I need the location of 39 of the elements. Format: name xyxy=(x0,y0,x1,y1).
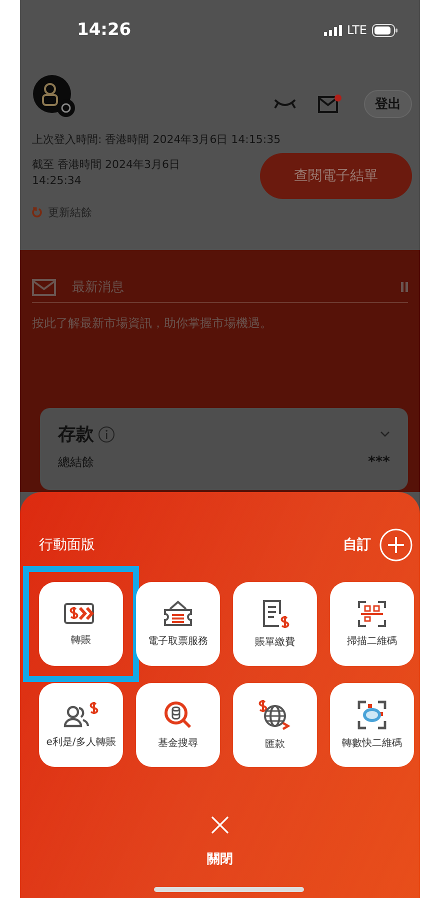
info-icon[interactable] xyxy=(98,426,115,442)
network-type: LTE xyxy=(347,23,367,37)
action-tile[interactable]: 轉賬 xyxy=(39,582,123,666)
news-title: 最新消息 xyxy=(72,279,125,296)
panel-title: 行動面版 xyxy=(39,536,95,554)
avatar-icon[interactable] xyxy=(32,74,76,118)
mail-icon[interactable] xyxy=(318,94,342,114)
deposit-title: 存款 xyxy=(58,423,94,446)
close-icon[interactable] xyxy=(210,815,230,835)
chevron-down-icon[interactable] xyxy=(380,431,390,437)
bill-icon xyxy=(260,599,290,630)
action-tile[interactable]: 基金搜尋 xyxy=(136,683,220,767)
qr-scan-icon xyxy=(357,600,387,628)
action-tile[interactable]: e利是/多人轉賬 xyxy=(39,683,123,767)
coin-search-icon xyxy=(163,700,193,730)
signal-icon xyxy=(324,24,342,36)
ticket-icon xyxy=(162,600,194,628)
as-of-text: 截至 香港時間 2024年3月6日 xyxy=(32,157,180,172)
qr-code-icon xyxy=(357,700,387,730)
mail-icon xyxy=(32,278,56,296)
last-login-text: 上次登入時間: 香港時間 2024年3月6日 14:15:35 xyxy=(32,132,282,147)
action-tile[interactable]: 掃描二維碼 xyxy=(330,582,414,666)
action-tile[interactable]: 轉數快二維碼 xyxy=(330,683,414,767)
plus-icon[interactable] xyxy=(379,528,413,562)
refresh-icon[interactable] xyxy=(32,207,43,218)
action-tile[interactable]: 電子取票服務 xyxy=(136,582,220,666)
closed-eye-icon[interactable] xyxy=(274,98,296,110)
battery-icon xyxy=(372,24,398,36)
as-of-time: 14:25:34 xyxy=(32,174,82,187)
globe-money-icon xyxy=(258,699,292,732)
customize-link[interactable]: 自訂 xyxy=(343,536,371,554)
action-tile[interactable]: 匯款 xyxy=(233,683,317,767)
close-button[interactable]: 關閉 xyxy=(201,849,239,869)
action-tile[interactable]: 賬單繳費 xyxy=(233,582,317,666)
hidden-balance: *** xyxy=(368,454,390,471)
total-balance-label: 總結餘 xyxy=(58,454,94,471)
people-money-icon xyxy=(63,701,99,730)
pause-icon[interactable] xyxy=(401,282,408,292)
clock-time: 14:26 xyxy=(77,20,132,40)
